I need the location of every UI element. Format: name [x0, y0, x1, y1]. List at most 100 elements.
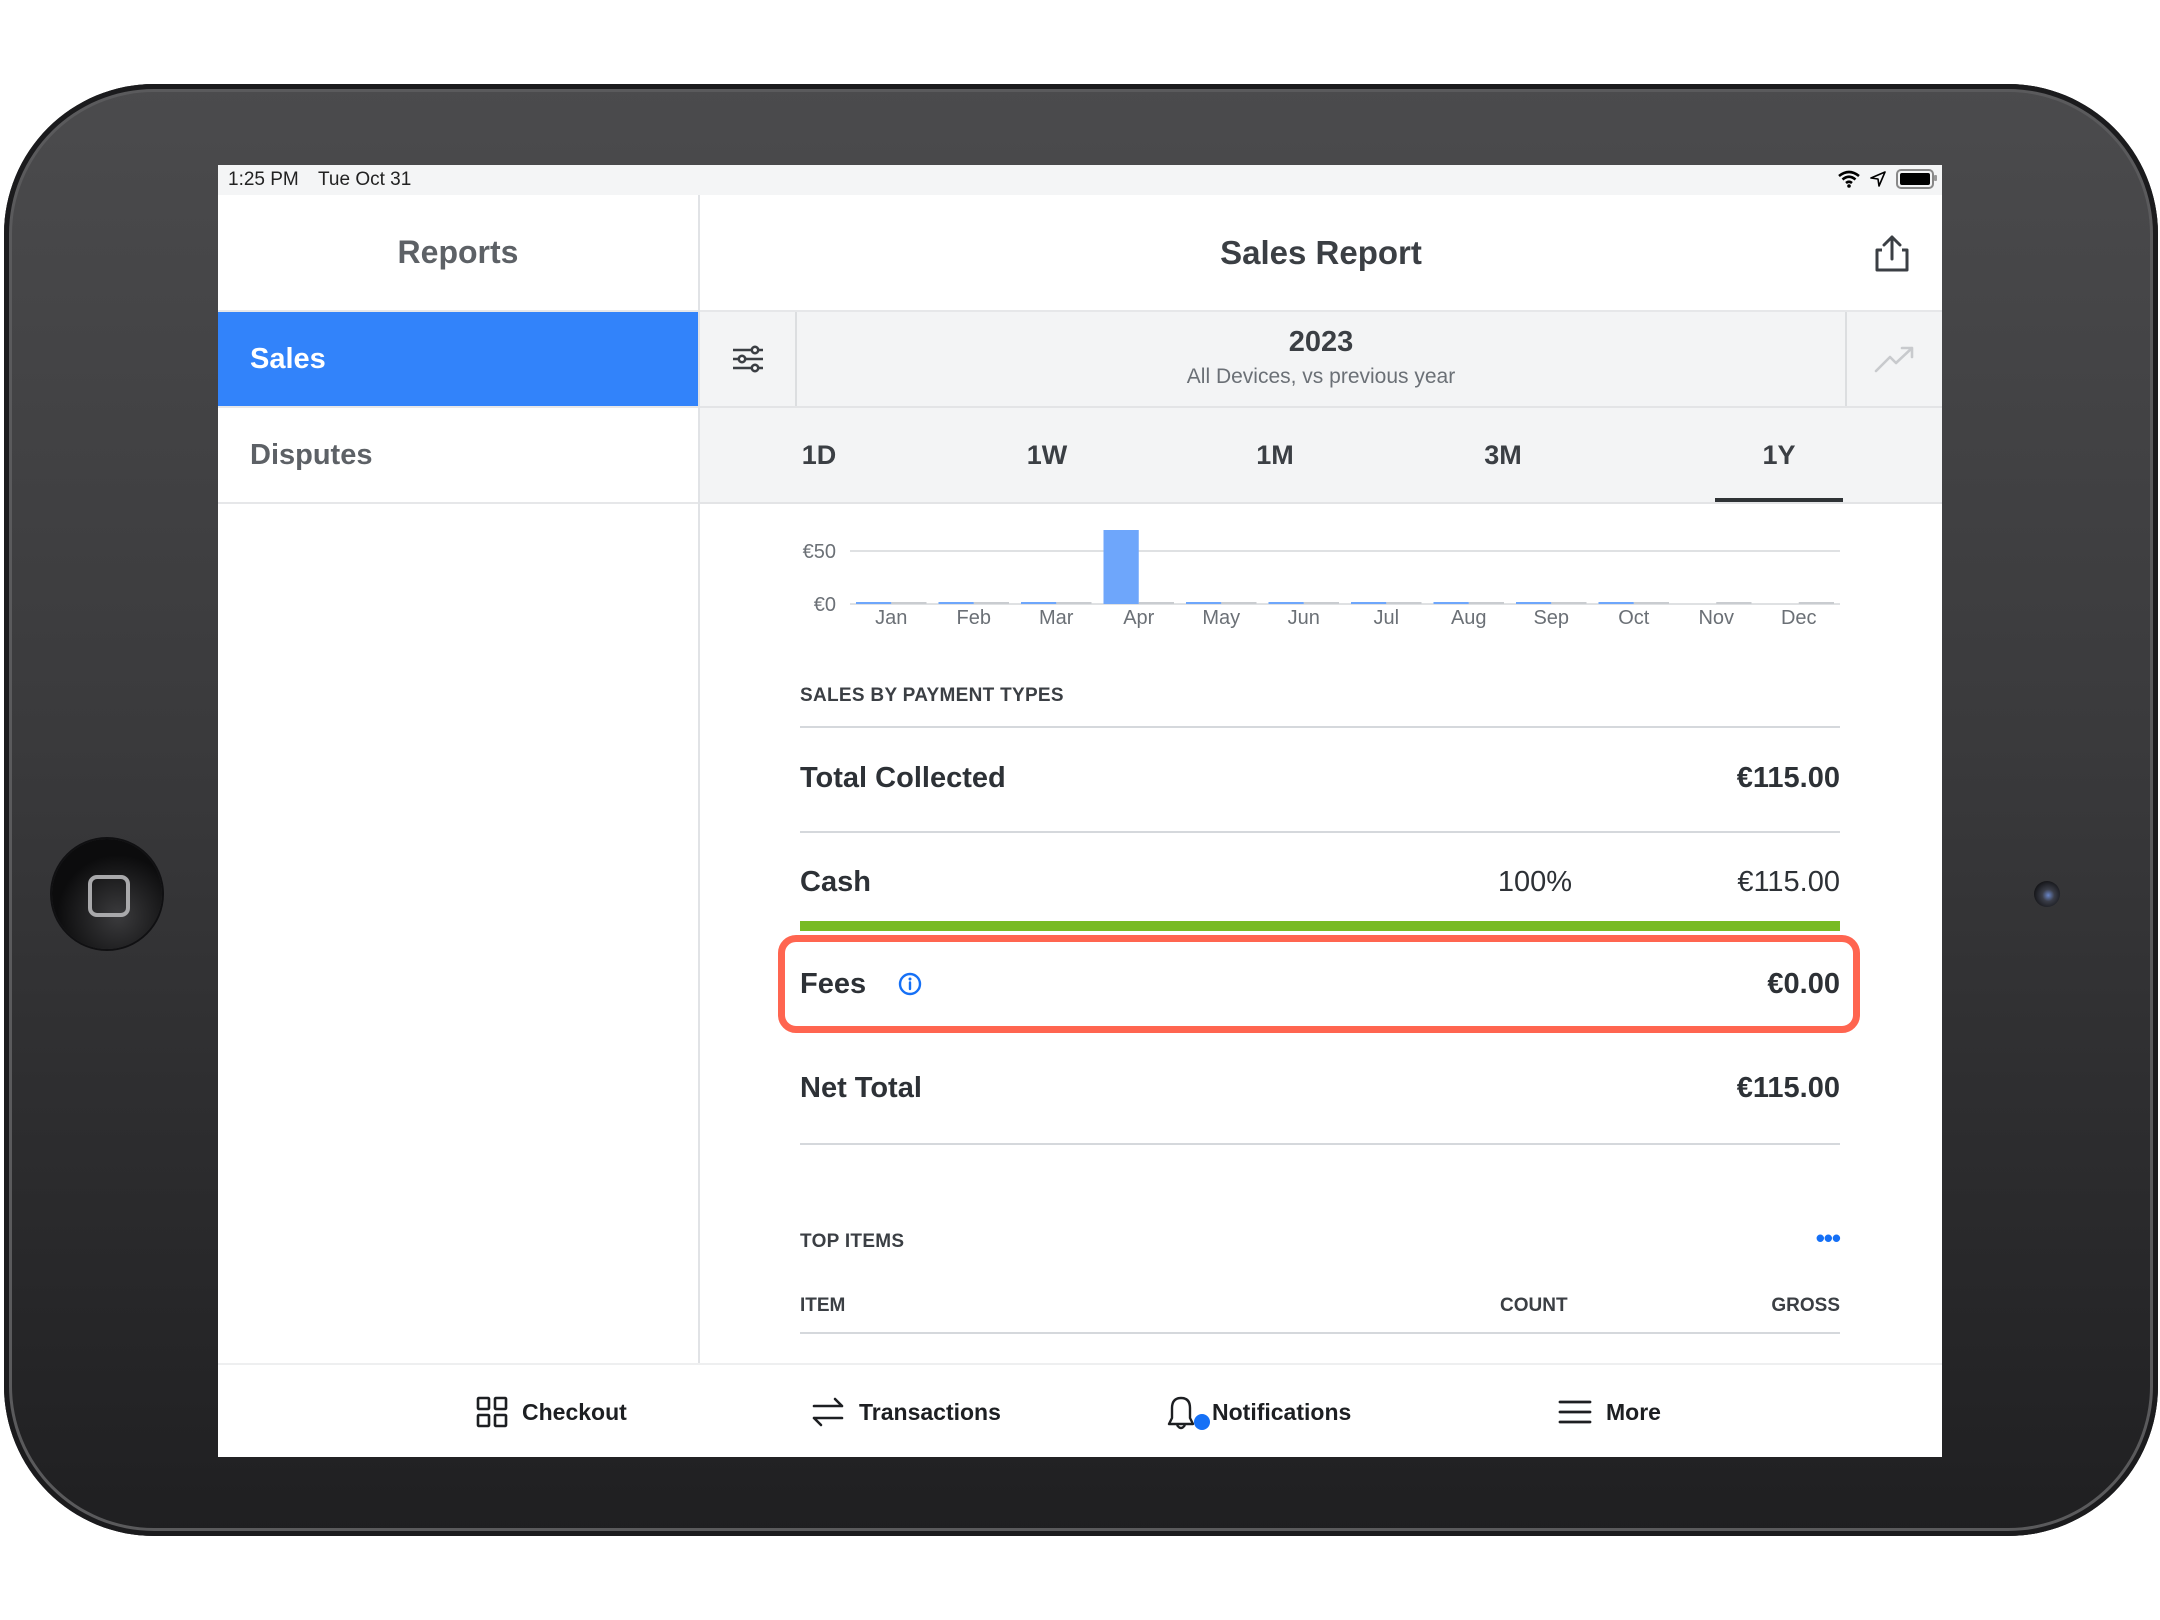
- top-items-heading: TOP ITEMS: [800, 1231, 905, 1252]
- swap-arrows-icon: [812, 1397, 844, 1427]
- menu-icon: [1558, 1400, 1592, 1424]
- home-button[interactable]: [52, 839, 162, 949]
- date-range-button[interactable]: 2023 All Devices, vs previous year: [795, 312, 1847, 406]
- bar-current-year: [1433, 602, 1469, 604]
- more-options-button[interactable]: •••: [1816, 1223, 1841, 1254]
- trend-button[interactable]: [1845, 312, 1942, 406]
- bar-previous-year: [1633, 602, 1669, 604]
- x-tick-label: Apr: [1123, 607, 1154, 629]
- tab-more[interactable]: More: [1558, 1365, 1661, 1457]
- tab-3m[interactable]: 3M: [1439, 408, 1567, 502]
- x-tick-label: Nov: [1698, 607, 1734, 629]
- divider: [800, 831, 1840, 833]
- battery-icon: [1896, 169, 1937, 189]
- bar-previous-year: [1716, 602, 1752, 604]
- page-title: Sales Report: [1220, 233, 1422, 271]
- wifi-icon: [1838, 170, 1860, 188]
- status-time: 1:25 PM: [228, 169, 299, 190]
- tab-transactions[interactable]: Transactions: [811, 1365, 1001, 1457]
- sidebar-item-label: Sales: [250, 342, 326, 375]
- x-tick-label: Aug: [1451, 607, 1487, 629]
- tab-checkout[interactable]: Checkout: [476, 1365, 627, 1457]
- bar-previous-year: [1468, 602, 1504, 604]
- net-total-label: Net Total: [800, 1071, 922, 1104]
- tab-label: 1D: [801, 439, 837, 470]
- cash-row[interactable]: Cash 100% €115.00: [800, 847, 1840, 917]
- tab-label: 1W: [1026, 439, 1068, 470]
- notification-badge: [1194, 1414, 1210, 1430]
- location-arrow-icon: [1870, 171, 1886, 187]
- bar-previous-year: [1303, 602, 1339, 604]
- x-tick-label: Oct: [1618, 607, 1650, 629]
- tab-1d[interactable]: 1D: [755, 408, 883, 502]
- bar-current-year: [1268, 602, 1304, 604]
- bar-current-year: [1351, 602, 1387, 604]
- sliders-icon: [732, 345, 763, 373]
- net-total-value: €115.00: [1736, 1071, 1840, 1104]
- bottom-tab-bar: Checkout Transactions Notifications More: [218, 1363, 1942, 1457]
- fees-row: Fees €0.00: [800, 949, 1840, 1019]
- page-header: Sales Report: [700, 195, 1942, 312]
- y-tick-label: €50: [803, 541, 836, 563]
- bell-icon: [1167, 1396, 1195, 1430]
- info-icon[interactable]: [898, 972, 922, 996]
- total-collected-label: Total Collected: [800, 761, 1006, 794]
- tab-label: Transactions: [859, 1398, 1001, 1425]
- fees-label: Fees: [800, 967, 867, 1000]
- column-header-gross: GROSS: [1771, 1295, 1840, 1316]
- bar-previous-year: [1798, 602, 1834, 604]
- tab-1y[interactable]: 1Y: [1715, 408, 1843, 502]
- bar-previous-year: [1138, 602, 1174, 604]
- bar-current-year: [1598, 602, 1634, 604]
- bar-current-year: [1186, 602, 1222, 604]
- total-collected-value: €115.00: [1736, 761, 1840, 794]
- tab-label: Checkout: [522, 1398, 627, 1425]
- y-tick-label: €0: [814, 594, 836, 616]
- date-selector: 2023 All Devices, vs previous year: [700, 312, 1942, 408]
- cash-percent: 100%: [1497, 865, 1572, 898]
- bar-current-year: [1021, 602, 1057, 604]
- tab-label: Notifications: [1212, 1398, 1352, 1425]
- sidebar-item-label: Disputes: [250, 438, 373, 471]
- home-square-icon: [88, 875, 130, 917]
- bar-previous-year: [1221, 602, 1257, 604]
- bar-previous-year: [1386, 602, 1422, 604]
- column-header-item: ITEM: [800, 1295, 846, 1316]
- x-tick-label: Mar: [1039, 607, 1074, 629]
- sales-chart: €0 €50 Jan Feb Mar Apr May Jun Jul Aug Sep Oct Nov De…: [700, 530, 1942, 640]
- net-total-row: Net Total €115.00: [800, 1053, 1840, 1123]
- x-tick-label: Jun: [1288, 607, 1320, 629]
- divider: [800, 1332, 1840, 1334]
- sidebar-item-sales[interactable]: Sales: [218, 312, 698, 408]
- x-tick-label: Sep: [1533, 607, 1569, 629]
- cash-value: €115.00: [1737, 865, 1840, 898]
- x-tick-label: Jul: [1373, 607, 1399, 629]
- date-subtitle: All Devices, vs previous year: [1186, 365, 1456, 388]
- bar-previous-year: [1056, 602, 1092, 604]
- main-panel: Sales Report 2023 All Devices, vs previo…: [700, 195, 1942, 1363]
- x-tick-label: May: [1202, 607, 1240, 629]
- filter-button[interactable]: [700, 312, 797, 406]
- status-bar: 1:25 PM Tue Oct 31: [218, 165, 1942, 195]
- bar-current-year: [938, 602, 974, 604]
- sales-bar-chart: €0 €50 Jan Feb Mar Apr May Jun Jul Aug Sep Oct Nov De…: [803, 530, 1840, 629]
- x-tick-label: Jan: [875, 607, 907, 629]
- x-tick-label: Dec: [1781, 607, 1817, 629]
- tab-label: 1Y: [1762, 439, 1796, 470]
- tab-notifications[interactable]: Notifications: [1164, 1365, 1351, 1457]
- cash-progress-bar: [800, 921, 1840, 931]
- tab-1m[interactable]: 1M: [1211, 408, 1339, 502]
- bar-previous-year: [973, 602, 1009, 604]
- bar-current-year: [1516, 602, 1552, 604]
- sidebar-item-disputes[interactable]: Disputes: [218, 408, 698, 504]
- bar-current-year: [1103, 530, 1139, 604]
- x-tick-label: Feb: [957, 607, 991, 629]
- cash-label: Cash: [800, 865, 871, 898]
- divider: [800, 726, 1840, 728]
- sidebar: Reports Sales Disputes: [218, 195, 700, 1363]
- cash-progress-fill: [800, 921, 1840, 931]
- tab-label: More: [1606, 1398, 1661, 1425]
- total-collected-row: Total Collected €115.00: [800, 743, 1840, 813]
- tab-1w[interactable]: 1W: [983, 408, 1111, 502]
- share-icon[interactable]: [1872, 233, 1912, 273]
